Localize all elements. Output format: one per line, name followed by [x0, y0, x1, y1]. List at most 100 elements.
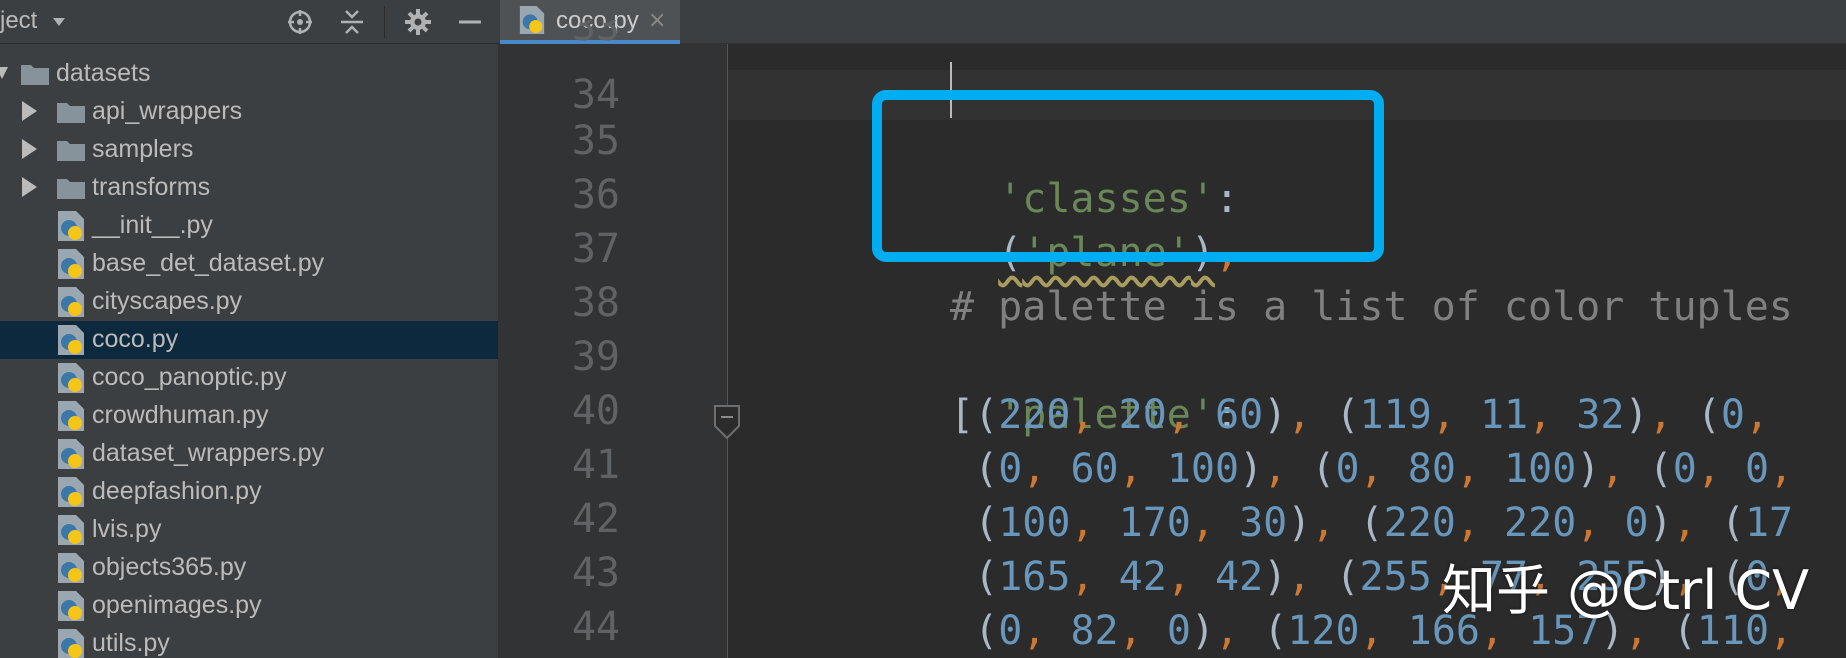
code-token: ( [1263, 608, 1288, 654]
python-file-icon [58, 515, 84, 545]
code-line-41[interactable]: (0, 60, 100), (0, 80, 100), (0, 0, [950, 442, 1793, 496]
line-number: 39 [571, 334, 620, 380]
tree-file-utils[interactable]: utils.py [0, 625, 498, 658]
number-token: 42 [1118, 554, 1167, 600]
folder-icon [57, 179, 85, 199]
code-token: ) [1190, 608, 1216, 654]
comma-token: , [1166, 392, 1191, 438]
tree-file-openimages[interactable]: openimages.py [0, 587, 498, 625]
code-line-39[interactable]: 'palette': [950, 334, 1239, 438]
comma-token: , [1744, 392, 1770, 438]
number-token: 32 [1576, 392, 1625, 438]
collapsed-arrow-icon[interactable] [22, 139, 37, 159]
code-line-42[interactable]: (100, 170, 30), (220, 220, 0), (17 [950, 496, 1793, 550]
number-token: 42 [1214, 554, 1264, 600]
code-token: ( [1311, 446, 1336, 492]
tree-file-base-det-dataset[interactable]: base_det_dataset.py [0, 245, 498, 283]
tree-file-coco-selected[interactable]: coco.py [0, 321, 498, 359]
number-token: 119 [1359, 392, 1432, 438]
code-token: ) [1263, 392, 1288, 438]
code-token: [ [950, 392, 975, 438]
number-token: 220 [1383, 500, 1456, 546]
tree-item-label: utils.py [92, 629, 170, 657]
code-line-38-comment[interactable]: # palette is a list of color tuples [950, 280, 1793, 334]
comma-token: , [1455, 446, 1480, 492]
number-token: 60 [1070, 446, 1119, 492]
annotation-highlight-box [872, 90, 1384, 262]
project-sidebar: ject datasets api_wrappers samplers tran… [0, 0, 498, 658]
expand-arrow-icon[interactable] [0, 65, 10, 83]
tree-file-init[interactable]: __init__.py [0, 207, 498, 245]
number-token: 220 [1504, 500, 1577, 546]
comma-token: , [1769, 446, 1794, 492]
line-number: 38 [571, 280, 620, 326]
comma-token: , [1070, 392, 1095, 438]
tree-item-label: datasets [56, 59, 151, 87]
tree-item-label: coco.py [92, 325, 179, 353]
code-token: ( [974, 392, 999, 438]
close-tab-icon[interactable]: × [648, 8, 666, 33]
tree-file-cityscapes[interactable]: cityscapes.py [0, 283, 498, 321]
number-token: 0 [1166, 608, 1191, 654]
comma-token: , [1166, 554, 1191, 600]
python-file-icon [58, 249, 84, 279]
fold-marker-icon[interactable] [713, 404, 741, 440]
tree-folder-samplers[interactable]: samplers [0, 131, 498, 169]
tree-item-label: openimages.py [92, 591, 262, 619]
comma-token: , [1287, 392, 1312, 438]
line-number: 40 [571, 388, 620, 434]
tree-file-dataset-wrappers[interactable]: dataset_wrappers.py [0, 435, 498, 473]
folder-icon [57, 141, 85, 161]
comma-token: , [1576, 500, 1601, 546]
comma-token: , [1528, 392, 1553, 438]
line-number: 35 [571, 118, 620, 164]
code-token: ) [1648, 500, 1673, 546]
number-token: 255 [1359, 554, 1432, 600]
comma-token: , [1455, 500, 1480, 546]
number-token: 165 [998, 554, 1071, 600]
number-token: 0 [1335, 446, 1360, 492]
tree-folder-datasets[interactable]: datasets [0, 55, 498, 93]
comma-token: , [1600, 446, 1625, 492]
number-token: 30 [1239, 500, 1288, 546]
comma-token: , [1070, 554, 1095, 600]
python-file-icon [58, 325, 84, 355]
tree-item-label: samplers [92, 135, 194, 163]
code-token: ( [1696, 392, 1721, 438]
collapsed-arrow-icon[interactable] [22, 177, 37, 197]
comma-token: , [1648, 392, 1673, 438]
tree-folder-api-wrappers[interactable]: api_wrappers [0, 93, 498, 131]
tree-file-deepfashion[interactable]: deepfashion.py [0, 473, 498, 511]
tree-file-lvis[interactable]: lvis.py [0, 511, 498, 549]
comma-token: , [1359, 446, 1384, 492]
code-line-40[interactable]: [(220, 20, 60), (119, 11, 32), (0, [950, 388, 1769, 442]
tree-file-crowdhuman[interactable]: crowdhuman.py [0, 397, 498, 435]
tree-item-label: dataset_wrappers.py [92, 439, 325, 467]
code-token: ( [974, 446, 999, 492]
python-file-icon [58, 439, 84, 469]
folder-icon [21, 65, 49, 85]
number-token: 20 [1118, 392, 1167, 438]
collapsed-arrow-icon[interactable] [22, 101, 37, 121]
tree-file-objects365[interactable]: objects365.py [0, 549, 498, 587]
editor-tab-bar: coco.py × [498, 0, 1846, 44]
tree-file-coco-panoptic[interactable]: coco_panoptic.py [0, 359, 498, 397]
number-token: 0 [998, 446, 1023, 492]
line-number: 44 [571, 604, 620, 650]
tree-folder-transforms[interactable]: transforms [0, 169, 498, 207]
tree-item-label: transforms [92, 173, 211, 201]
